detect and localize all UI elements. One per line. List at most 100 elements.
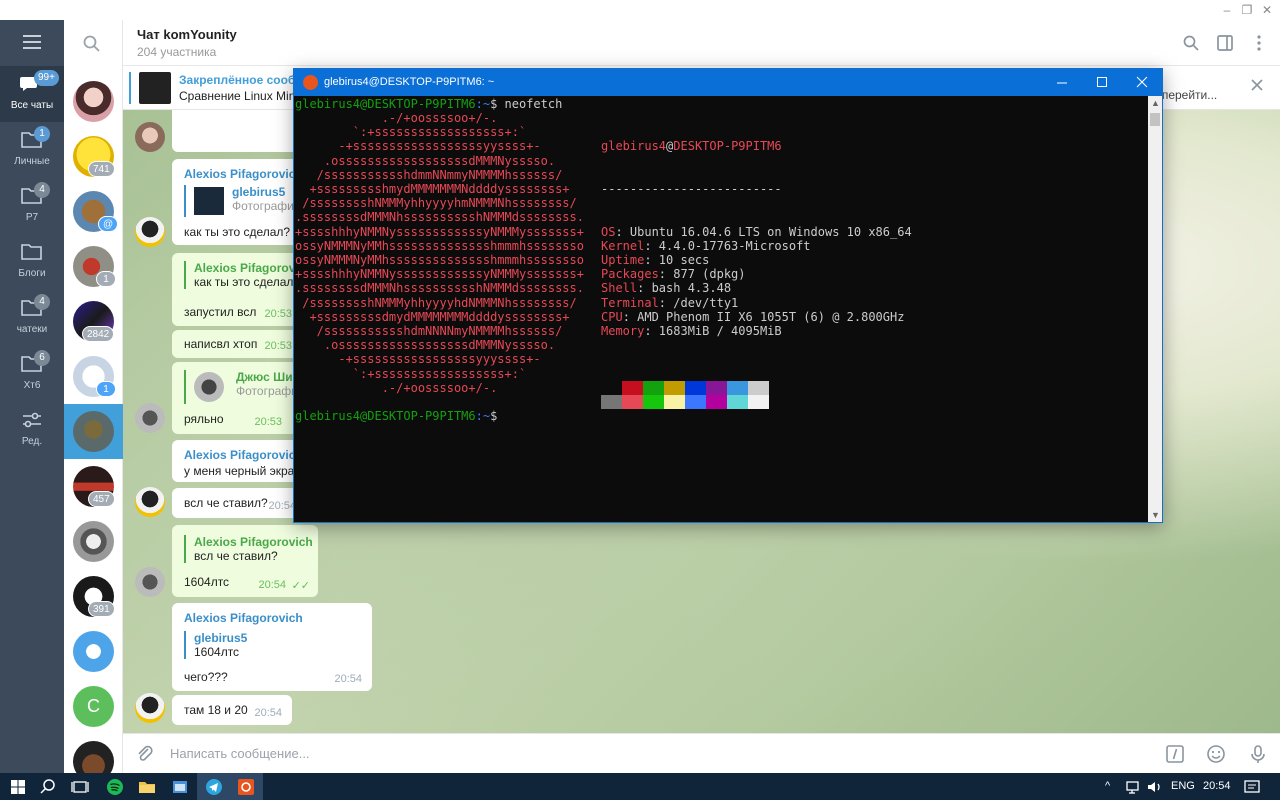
info-line: CPU: AMD Phenom II X6 1055T (6) @ 2.800G… <box>601 310 912 324</box>
color-palette <box>601 367 912 411</box>
ascii-logo-line: .-/+oossssoo+/-. <box>295 380 498 395</box>
folder-all-chats[interactable]: 99+ Все чаты <box>0 66 64 122</box>
file-explorer-icon[interactable] <box>137 777 157 797</box>
chat-list-item[interactable]: 2842 <box>64 294 123 349</box>
info-key: Kernel <box>601 238 645 253</box>
scroll-up-icon[interactable]: ▲ <box>1151 98 1160 108</box>
attach-icon[interactable] <box>135 744 155 764</box>
folder-p7[interactable]: 4 P7 <box>0 178 64 234</box>
folder-xt6[interactable]: 6 Хт6 <box>0 346 64 402</box>
sender-avatar[interactable] <box>135 693 165 723</box>
terminal-screen[interactable]: glebirus4@DESKTOP-P9PITM6:~$ neofetch .-… <box>295 97 1147 522</box>
chat-list-item[interactable] <box>64 624 123 679</box>
message-bubble-outgoing[interactable]: Alexios Pifagorovich как ты это сделал? <box>172 253 313 303</box>
message-bubble[interactable]: Alexios Pifagorovich glebirus5 Фотографи… <box>172 159 303 245</box>
scroll-down-icon[interactable]: ▼ <box>1151 510 1160 520</box>
terminal-scrollbar[interactable]: ▲ ▼ <box>1148 96 1162 522</box>
info-key: CPU <box>601 309 623 324</box>
terminal-window[interactable]: glebirus4@DESKTOP-P9PITM6: ~ glebirus4@D… <box>293 68 1163 523</box>
chat-list-item[interactable]: @ <box>64 184 123 239</box>
ascii-logo-line: .ossssssssssssssssssdMMMNysssso. <box>295 153 556 168</box>
pinned-thumbnail <box>139 72 171 104</box>
volume-icon[interactable] <box>1145 777 1165 797</box>
sidebar-toggle-icon[interactable] <box>1216 34 1234 52</box>
search-icon[interactable] <box>1182 34 1200 52</box>
sender-avatar[interactable] <box>135 403 165 433</box>
sender-avatar[interactable] <box>135 567 165 597</box>
network-icon[interactable] <box>1124 777 1144 797</box>
commands-icon[interactable] <box>1165 744 1185 764</box>
folder-personal[interactable]: 1 Личные <box>0 122 64 178</box>
folder-blogs[interactable]: Блоги <box>0 234 64 290</box>
reply-quote[interactable]: glebirus5 1604лтс <box>184 631 247 659</box>
message-composer: Написать сообщение... <box>123 733 1280 773</box>
minimize-icon[interactable] <box>1042 69 1082 96</box>
close-icon[interactable] <box>1122 69 1162 96</box>
chat-list-item[interactable]: С <box>64 679 123 734</box>
pinned-accent <box>129 72 131 104</box>
message-bubble[interactable]: Alexios Pifagorovich у меня черный экран <box>172 440 303 482</box>
sender-avatar[interactable] <box>135 487 165 517</box>
close-pinned-icon[interactable] <box>1250 78 1264 92</box>
app-window-icon[interactable] <box>170 777 190 797</box>
restore-icon[interactable]: ❐ <box>1239 2 1255 18</box>
more-vertical-icon[interactable] <box>1250 34 1268 52</box>
emoji-icon[interactable] <box>1206 744 1226 764</box>
ubuntu-icon[interactable] <box>236 777 256 797</box>
windows-start-icon[interactable] <box>8 777 28 797</box>
chat-list-item[interactable] <box>64 734 123 773</box>
terminal-titlebar[interactable]: glebirus4@DESKTOP-P9PITM6: ~ <box>294 69 1162 96</box>
ascii-logo-line: ossyNMMMNyMMhsssssssssssssshmmmhssssssso <box>295 238 584 253</box>
ascii-logo-line: +sssshhhyNMMNyssssssssssssyNMMMysssssss+ <box>295 224 584 239</box>
sender-avatar[interactable] <box>135 122 165 152</box>
chat-list-item[interactable]: 741 <box>64 129 123 184</box>
message-bubble-outgoing[interactable]: написвл хтоп 20:53 <box>172 330 300 358</box>
folder-chateki[interactable]: 4 чатеки <box>0 290 64 346</box>
maximize-icon[interactable] <box>1082 69 1122 96</box>
reply-quote[interactable]: Alexios Pifagorovich всл че ставил? <box>184 535 313 563</box>
close-icon[interactable]: ✕ <box>1259 2 1275 18</box>
language-indicator[interactable]: ENG <box>1171 780 1195 792</box>
message-input[interactable]: Написать сообщение... <box>170 746 310 761</box>
color-swatch <box>727 394 748 409</box>
chat-list-item[interactable]: 1 <box>64 349 123 404</box>
message-bubble-outgoing[interactable]: Alexios Pifagorovich всл че ставил? 1604… <box>172 525 318 597</box>
message-bubble[interactable] <box>172 110 300 152</box>
scrollbar-thumb[interactable] <box>1150 113 1160 126</box>
chat-list-item[interactable]: 1 <box>64 239 123 294</box>
microphone-icon[interactable] <box>1248 744 1268 764</box>
message-author[interactable]: Alexios Pifagorovich <box>184 167 303 181</box>
search-icon[interactable] <box>38 777 58 797</box>
spotify-icon[interactable] <box>105 777 125 797</box>
task-view-icon[interactable] <box>70 777 90 797</box>
menu-button[interactable] <box>0 20 64 64</box>
info-line: Packages: 877 (dpkg) <box>601 267 912 281</box>
message-text: там 18 и 20 <box>184 703 248 717</box>
sender-avatar[interactable] <box>135 217 165 247</box>
folder-label: Все чаты <box>10 100 54 111</box>
telegram-icon[interactable] <box>204 777 224 797</box>
tray-chevron-icon[interactable]: ^ <box>1105 780 1110 792</box>
notifications-icon[interactable] <box>1242 777 1262 797</box>
chat-list-item[interactable]: 391 <box>64 569 123 624</box>
message-bubble-outgoing[interactable]: запустил всл 20:53 <box>172 298 300 326</box>
search-icon[interactable] <box>82 34 102 54</box>
message-bubble[interactable]: всл че ставил? 20:54 <box>172 488 300 518</box>
reply-quote[interactable]: glebirus5 Фотография <box>184 185 300 217</box>
message-author[interactable]: Alexios Pifagorovich <box>184 448 303 462</box>
message-time: 20:53 <box>254 416 282 428</box>
chat-header[interactable]: Чат komYounity 204 участника <box>123 20 1280 66</box>
folder-edit[interactable]: Ред. <box>0 402 64 458</box>
chat-list-item[interactable] <box>64 514 123 569</box>
minimize-icon[interactable]: – <box>1219 2 1235 18</box>
chat-list-item-active[interactable] <box>64 404 123 459</box>
reply-text: всл че ставил? <box>194 549 278 563</box>
clock[interactable]: 20:54 <box>1203 780 1231 792</box>
chat-list-item[interactable] <box>64 74 123 129</box>
message-author[interactable]: Alexios Pifagorovich <box>184 611 303 625</box>
message-bubble[interactable]: там 18 и 20 20:54 <box>172 695 292 725</box>
message-bubble[interactable]: Alexios Pifagorovich glebirus5 1604лтс ч… <box>172 603 372 691</box>
message-bubble-outgoing[interactable]: Джюс Шипов Фотография ряльно 20:53 <box>172 362 315 434</box>
info-key: Terminal <box>601 295 659 310</box>
chat-list-item[interactable]: 457 <box>64 459 123 514</box>
